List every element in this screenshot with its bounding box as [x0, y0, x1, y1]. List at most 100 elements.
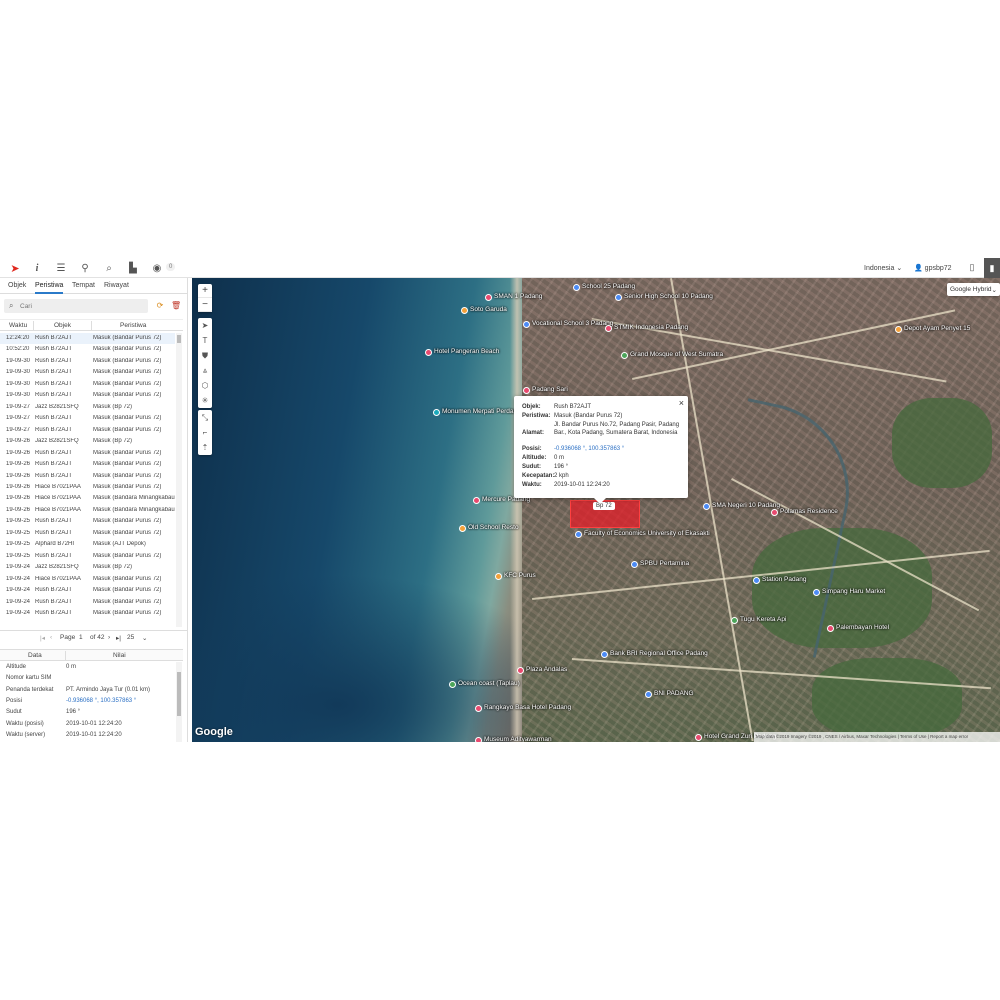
poi-label[interactable]: School 25 Padang [582, 283, 635, 290]
next-page-icon[interactable]: › [108, 634, 110, 641]
table-row[interactable]: 19-09-25 Alphard B72HI Masuk (AJT Depok) [0, 539, 175, 550]
details-scrollbar[interactable] [176, 662, 182, 742]
column-header-object[interactable]: Objek [54, 322, 71, 329]
poi-label[interactable]: Palembayan Hotel [836, 624, 889, 631]
polygon-icon[interactable]: ⬡ [198, 378, 212, 393]
first-page-icon[interactable]: |◂ [40, 634, 45, 642]
table-row[interactable]: 19-09-30 Rush B72AJT Masuk (Bandar Purus 7… [0, 390, 175, 401]
poi-marker-icon[interactable] [473, 497, 480, 504]
poi-marker-icon[interactable] [575, 531, 582, 538]
mobile-icon[interactable]: ▯ [966, 262, 978, 275]
poi-marker-icon[interactable] [631, 561, 638, 568]
search-input[interactable] [20, 301, 140, 311]
table-row[interactable]: 19-09-24 Hiace B7021PAA Masuk (Bandar Puru… [0, 574, 175, 585]
poi-label[interactable]: SMAN 1 Padang [494, 293, 542, 300]
poi-marker-icon[interactable] [475, 705, 482, 712]
language-select[interactable]: Indonesia ⌄ [864, 264, 902, 272]
tab-peristiwa[interactable]: Peristiwa [35, 282, 64, 294]
table-row[interactable]: 19-09-26 Rush B72AJT Masuk (Bandar Purus 7… [0, 448, 175, 459]
poi-marker-icon[interactable] [601, 651, 608, 658]
search-icon[interactable]: ⌕ [103, 262, 115, 274]
map-type-select[interactable]: Google Hybrid ⌄ [947, 283, 1000, 296]
table-row[interactable]: 19-09-26 Hiace B7021PAA Masuk (Bandara Min… [0, 505, 175, 516]
zoom-out-button[interactable]: − [198, 298, 212, 312]
poi-marker-icon[interactable] [523, 321, 530, 328]
poi-marker-icon[interactable] [753, 577, 760, 584]
info-icon[interactable]: i [31, 262, 43, 274]
poi-marker-icon[interactable] [433, 409, 440, 416]
column-header-time[interactable]: Waktu [9, 322, 27, 329]
page-number-input[interactable]: 1 [79, 634, 83, 641]
delete-icon[interactable]: 🗑 [171, 301, 181, 311]
text-tool-icon[interactable]: T [198, 333, 212, 348]
poi-label[interactable]: Senior High School 10 Padang [624, 293, 713, 300]
poi-label[interactable]: Polamas Residence [780, 508, 838, 515]
poi-marker-icon[interactable] [695, 734, 702, 741]
chart-icon[interactable]: ▙ [127, 262, 139, 274]
poi-marker-icon[interactable] [495, 573, 502, 580]
star-icon[interactable]: ✳ [198, 393, 212, 408]
poi-label[interactable]: Old School Resto [468, 524, 519, 531]
car-icon[interactable]: ◉ [151, 262, 163, 274]
poi-label[interactable]: KFC Purus [504, 572, 536, 579]
popup-value[interactable]: -0.936068 °, 100.357863 ° [554, 446, 680, 454]
poi-marker-icon[interactable] [517, 667, 524, 674]
tab-riwayat[interactable]: Riwayat [104, 282, 129, 289]
poi-label[interactable]: Museum Adityawarman [484, 736, 552, 742]
scrollbar-thumb[interactable] [177, 335, 181, 343]
poi-marker-icon[interactable] [895, 326, 902, 333]
poi-label[interactable]: Rangkayo Basa Hotel Padang [484, 704, 571, 711]
logo-icon[interactable]: ➤ [9, 262, 21, 275]
poi-label[interactable]: Tugu Kereta Api [740, 616, 786, 623]
road-icon[interactable]: ⩓ [198, 363, 212, 378]
poi-marker-icon[interactable] [523, 387, 530, 394]
table-row[interactable]: 19-09-24 Rush B72AJT Masuk (Bandar Purus 7… [0, 597, 175, 608]
poi-label[interactable]: Plaza Andalas [526, 666, 567, 673]
column-header-data[interactable]: Data [28, 652, 42, 659]
fullscreen-icon[interactable]: ▮ [984, 258, 1000, 278]
table-row[interactable]: 19-09-24 Rush B72AJT Masuk (Bandar Purus 7… [0, 585, 175, 596]
page-size-select[interactable]: 25 [127, 634, 134, 641]
table-row[interactable]: 12:24:20 Rush B72AJT Masuk (Bandar Purus 7… [0, 333, 175, 345]
detail-value[interactable]: -0.936068 °, 100.357863 ° [66, 698, 136, 704]
poi-label[interactable]: SMA Negeri 10 Padang [712, 502, 780, 509]
poi-marker-icon[interactable] [621, 352, 628, 359]
poi-marker-icon[interactable] [731, 617, 738, 624]
poi-label[interactable]: Faculty of Economics University of Ekasa… [584, 530, 710, 537]
column-header-event[interactable]: Peristiwa [120, 322, 146, 329]
navigate-icon[interactable]: ➤ [198, 318, 212, 333]
poi-label[interactable]: Depot Ayam Penyet 15 [904, 325, 970, 332]
map-view[interactable]: Bp 72 SMAN 1 Padang School 25 Padang Soto … [192, 278, 1000, 742]
table-row[interactable]: 19-09-26 Hiace B7021PAA Masuk (Bandara Min… [0, 493, 175, 504]
poi-marker-icon[interactable] [645, 691, 652, 698]
poi-marker-icon[interactable] [605, 325, 612, 332]
sliders-icon[interactable]: ☰ [55, 262, 67, 274]
table-row[interactable]: 19-09-26 Hiace B7021PAA Masuk (Bandar Puru… [0, 482, 175, 493]
poi-marker-icon[interactable] [461, 307, 468, 314]
poi-label[interactable]: BNI PADANG [654, 690, 694, 697]
poi-label[interactable]: STMIK Indonesia Padang [614, 324, 688, 331]
table-row[interactable]: 19-09-27 Rush B72AJT Masuk (Bandar Purus 7… [0, 425, 175, 436]
table-row[interactable]: 19-09-30 Rush B72AJT Masuk (Bandar Purus 7… [0, 379, 175, 390]
table-row[interactable]: 19-09-30 Rush B72AJT Masuk (Bandar Purus 7… [0, 356, 175, 367]
column-header-value[interactable]: Nilai [113, 652, 126, 659]
north-arrow-icon[interactable]: ⇡ [198, 440, 212, 455]
poi-marker-icon[interactable] [703, 503, 710, 510]
poi-marker-icon[interactable] [813, 589, 820, 596]
refresh-icon[interactable]: ⟳ [155, 301, 165, 311]
tab-objek[interactable]: Objek [8, 282, 26, 289]
prev-page-icon[interactable]: ‹ [50, 634, 52, 641]
poi-marker-icon[interactable] [485, 294, 492, 301]
poi-marker-icon[interactable] [615, 294, 622, 301]
poi-label[interactable]: Padang Sari [532, 386, 568, 393]
poi-label[interactable]: Hotel Pangeran Beach [434, 348, 499, 355]
poi-label[interactable]: SPBU Pertamina [640, 560, 689, 567]
zoom-in-button[interactable]: + [198, 284, 212, 298]
table-row[interactable]: 19-09-24 Jazz B2821SFQ Masuk (Bp 72) [0, 562, 175, 573]
table-row[interactable]: 19-09-25 Rush B72AJT Masuk (Bandar Purus 7… [0, 551, 175, 562]
table-row[interactable]: 19-09-25 Rush B72AJT Masuk (Bandar Purus 7… [0, 516, 175, 527]
poi-marker-icon[interactable] [459, 525, 466, 532]
last-page-icon[interactable]: ▸| [116, 634, 121, 642]
poi-label[interactable]: Soto Garuda [470, 306, 507, 313]
poi-marker-icon[interactable] [573, 284, 580, 291]
